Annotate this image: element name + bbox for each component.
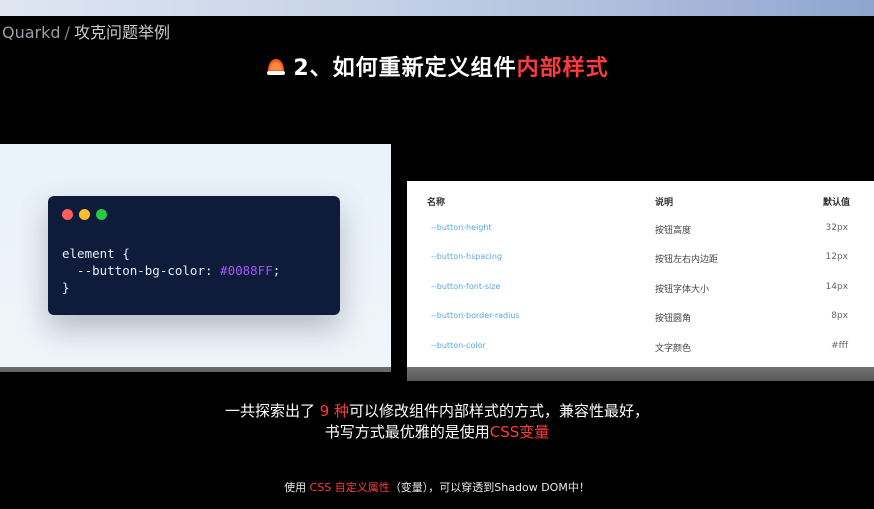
row-name: --button-border-radius [431, 311, 520, 320]
code-preview-panel: element { --button-bg-color: #0088FF; } [0, 144, 391, 372]
subtitle-highlight: CSS变量 [489, 423, 550, 441]
slide-caption: 使用 CSS 自定义属性（变量），可以穿透到Shadow DOM中！ [0, 479, 874, 495]
row-default: 12px [825, 252, 849, 262]
header-name: 名称 [427, 198, 446, 208]
row-desc: 按钮字体大小 [655, 285, 710, 295]
table-header: 名称 说明 默认值 [407, 195, 874, 211]
minimize-dot-icon [79, 209, 90, 220]
row-name: --button-height [431, 223, 492, 232]
title-highlight: 内部样式 [516, 56, 609, 81]
breadcrumb: Quarkd / 攻克问题举例 [2, 19, 170, 43]
code-line-2-value: #0088FF [220, 263, 273, 278]
table-row: --button-height 按钮高度 32px [407, 223, 874, 239]
slide-title: 2、如何重新定义组件内部样式 [0, 50, 874, 82]
subtitle-text: 一共探索出了 [224, 402, 320, 420]
row-default: 32px [825, 223, 849, 233]
video-subtitle: 一共探索出了 9 种可以修改组件内部样式的方式，兼容性最好， 书写方式最优雅的是… [0, 401, 874, 443]
code-snippet: element { --button-bg-color: #0088FF; } [62, 245, 280, 296]
close-dot-icon [62, 209, 73, 220]
table-row: --button-border-radius 按钮圆角 8px [407, 311, 874, 327]
row-desc: 按钮高度 [655, 226, 692, 236]
breadcrumb-root: Quarkd [2, 23, 61, 42]
row-name: --button-font-size [431, 282, 501, 291]
css-variables-table: 名称 说明 默认值 --button-height 按钮高度 32px --bu… [407, 181, 874, 381]
breadcrumb-current: 攻克问题举例 [73, 23, 170, 42]
header-default: 默认值 [822, 198, 850, 208]
window-controls [62, 209, 107, 220]
caption-text: （变量），可以穿透到Shadow DOM中！ [389, 481, 590, 494]
row-name: --button-hspacing [431, 252, 503, 261]
table-row: --button-hspacing 按钮左右内边距 12px [407, 252, 874, 268]
code-window: element { --button-bg-color: #0088FF; } [48, 196, 340, 315]
caption-highlight: CSS 自定义属性 [309, 481, 390, 494]
breadcrumb-separator: / [64, 23, 70, 42]
subtitle-line-2: 书写方式最优雅的是使用CSS变量 [0, 422, 874, 443]
row-name: --button-color [431, 341, 486, 350]
caption-text: 使用 [284, 481, 310, 494]
subtitle-text: 书写方式最优雅的是使用 [324, 423, 490, 441]
top-gradient-strip [0, 0, 874, 16]
bell-logo-icon [265, 56, 287, 78]
subtitle-highlight: 9 种 [319, 402, 350, 420]
table-row: --button-color 文字颜色 #fff [407, 341, 874, 357]
row-desc: 按钮左右内边距 [655, 255, 719, 265]
row-desc: 文字颜色 [655, 344, 692, 354]
maximize-dot-icon [96, 209, 107, 220]
subtitle-text: 可以修改组件内部样式的方式，兼容性最好， [349, 402, 650, 420]
row-desc: 按钮圆角 [655, 314, 692, 324]
code-line-1: element { [62, 246, 130, 261]
row-default: #fff [831, 341, 848, 351]
header-desc: 说明 [655, 198, 674, 208]
table-row: --button-font-size 按钮字体大小 14px [407, 282, 874, 298]
subtitle-line-1: 一共探索出了 9 种可以修改组件内部样式的方式，兼容性最好， [0, 401, 874, 422]
code-line-3: } [62, 280, 70, 295]
title-prefix: 2、如何重新定义组件 [293, 56, 517, 81]
code-line-2-prop: --button-bg-color: [62, 263, 221, 278]
code-line-2-end: ; [272, 263, 281, 278]
row-default: 8px [831, 311, 848, 321]
row-default: 14px [825, 282, 849, 292]
